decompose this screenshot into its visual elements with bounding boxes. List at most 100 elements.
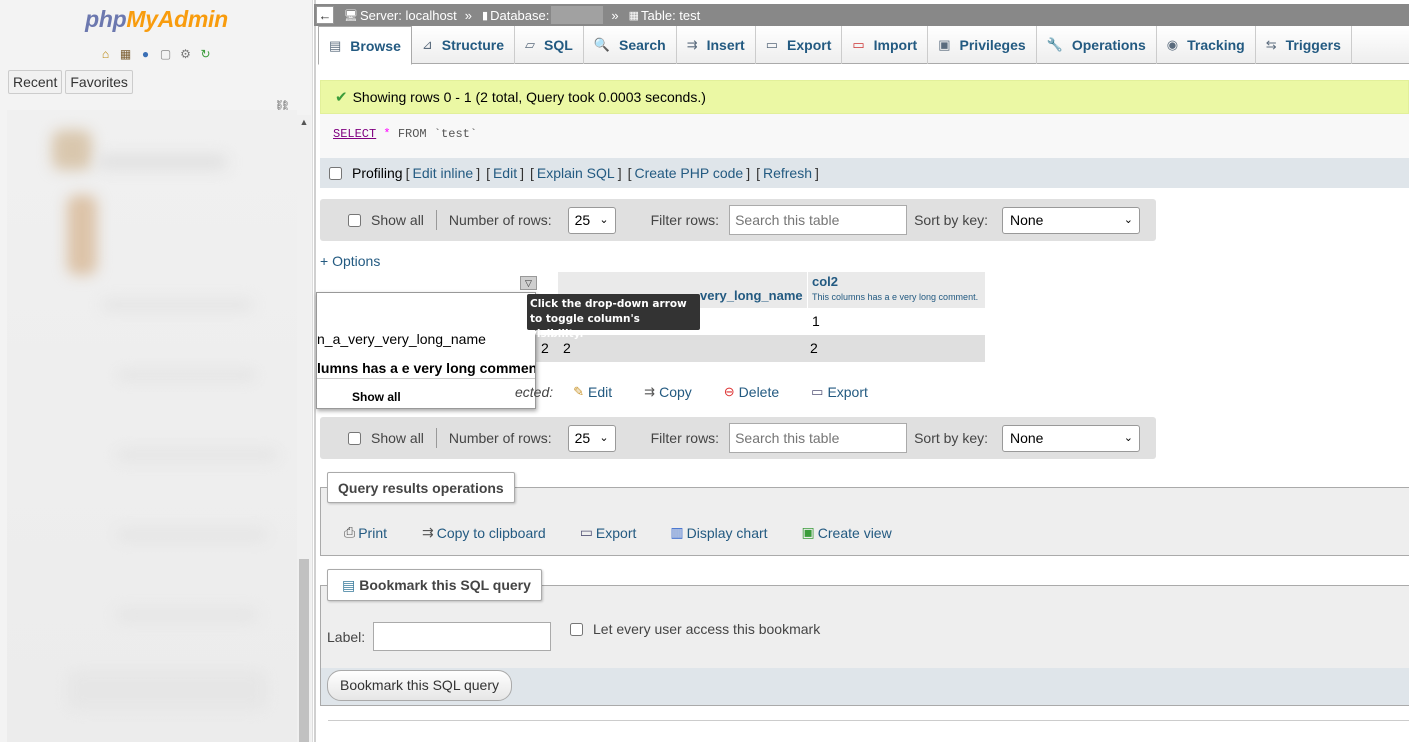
explain-sql-link[interactable]: Explain SQL [537,165,615,181]
sql-keyword-select[interactable]: SELECT [333,127,376,141]
tab-sql[interactable]: ▱ SQL [515,26,584,64]
delete-selected-button[interactable]: ⊖ Delete [724,384,779,400]
edit-selected-button[interactable]: ✎ Edit [573,384,612,400]
bookmark-label-input[interactable] [373,622,551,651]
show-all-checkbox[interactable] [348,431,361,445]
with-selected-label: ected: [515,384,554,400]
breadcrumb-separator: » [611,7,619,23]
show-all-label: Show all [371,430,424,446]
action-label: Delete [738,384,780,400]
tab-privileges[interactable]: ▣ Privileges [928,26,1037,64]
show-all-checkbox[interactable] [348,213,361,227]
sql-table-name: `test` [433,127,478,141]
nav-scrollbar[interactable]: ▲ [297,115,311,742]
column-visibility-arrow-icon[interactable]: ▽ [520,276,537,290]
breadcrumb-database[interactable]: ▮ Database: [482,6,604,24]
bracket: ] [746,165,751,181]
phpmyadmin-logo[interactable]: phpMyAdmin [0,6,313,33]
table-cell[interactable]: 2 [541,340,549,356]
success-message: ✔ Showing rows 0 - 1 (2 total, Query too… [320,80,1409,114]
profiling-checkbox[interactable] [329,166,342,180]
tab-label: Structure [441,37,505,53]
sql-query-display[interactable]: SELECT * FROM `test` [320,114,1409,158]
bookmark-submit-button[interactable]: Bookmark this SQL query [327,670,512,701]
copy-to-clipboard-button[interactable]: ⇉ Copy to clipboard [422,524,546,541]
triggers-icon: ⇆ [1265,37,1277,52]
recent-button[interactable]: Recent [8,70,63,94]
options-link[interactable]: + Options [320,253,380,269]
filter-rows-label: Filter rows: [650,212,720,228]
column-header-col2-label[interactable]: col2 [812,274,838,289]
export-selected-button[interactable]: ▭ Export [811,384,868,400]
tab-triggers[interactable]: ⇆ Triggers [1256,26,1352,64]
print-button[interactable]: ⎙ Print [344,524,387,541]
table-cell[interactable]: 2 [810,340,818,356]
number-of-rows-select[interactable]: 25 ⌄ [567,206,616,234]
tab-tracking[interactable]: ◉ Tracking [1157,26,1256,64]
chart-icon: ▥ [670,524,684,540]
results-navigation-top: Show all Number of rows: 25 ⌄ Filter rows… [320,199,1156,241]
copy-icon: ⇉ [644,384,656,399]
tab-import[interactable]: ▭ Import [842,26,929,64]
tab-browse[interactable]: ▤ Browse [318,26,412,65]
documentation-icon[interactable]: ▢ [157,45,174,62]
table-cell[interactable]: 2 [563,340,571,356]
navigation-panel: phpMyAdmin ⌂ ▦ ● ▢ ⚙ ↻ Recent Favorites … [0,0,313,742]
tab-search[interactable]: 🔍 Search [584,26,677,64]
scroll-up-arrow-icon[interactable]: ▲ [297,115,311,129]
home-icon[interactable]: ⌂ [97,45,114,62]
breadcrumb-table[interactable]: ▦ Table: test [629,8,701,23]
chevron-down-icon: ⌄ [1123,431,1133,444]
scroll-thumb[interactable] [299,559,309,742]
breadcrumb-server[interactable]: 🖥 Server: localhost [344,8,457,23]
refresh-link[interactable]: Refresh [763,165,812,181]
column-comment: This columns has a e very long comment. [812,292,979,302]
sort-value: None [1010,429,1044,446]
copy-selected-button[interactable]: ⇉ Copy [644,384,692,400]
filter-rows-input[interactable]: Search this table [729,423,908,453]
collapse-nav-button[interactable]: ← [316,6,334,24]
structure-icon: ⊿ [421,37,433,52]
column-header-col1-label[interactable]: very_long_name [700,288,803,303]
column-toggle-col1[interactable]: n_a_very_very_long_name [317,331,486,347]
bracket: [ [486,165,490,181]
show-all-label: Show all [371,212,424,228]
operations-icon: 🔧 [1046,37,1063,52]
reload-icon[interactable]: ↻ [197,45,214,62]
sort-value: None [1010,211,1044,228]
bookmark-public-checkbox[interactable] [570,622,583,636]
tab-operations[interactable]: 🔧 Operations [1037,26,1157,64]
breadcrumb-database-label: Database: [490,7,550,23]
filter-rows-label: Filter rows: [650,430,720,446]
database-icon[interactable]: ▦ [117,45,134,62]
tab-structure[interactable]: ⊿ Structure [412,26,516,64]
tab-label: Import [873,37,918,53]
tab-label: SQL [544,37,573,53]
tab-label: Triggers [1285,37,1341,53]
favorites-button[interactable]: Favorites [65,70,133,94]
column-toggle-col2[interactable]: lumns has a e very long comment. [317,360,535,376]
action-label: Copy [659,384,692,400]
filter-rows-input[interactable]: Search this table [729,205,908,235]
settings-icon[interactable]: ⚙ [177,45,194,62]
number-of-rows-select[interactable]: 25 ⌄ [567,424,616,452]
export-icon: ▭ [765,37,779,52]
divider [317,378,535,379]
bookmark-public-label: Let every user access this bookmark [593,621,821,637]
bracket: ] [617,165,622,181]
tab-insert[interactable]: ⇉ Insert [677,26,756,64]
sort-by-key-select[interactable]: None ⌄ [1002,206,1140,234]
tab-export[interactable]: ▭ Export [756,26,843,64]
tooltip-line: Click the drop-down arrow [530,298,687,310]
export-button[interactable]: ▭ Export [580,524,637,541]
create-view-button[interactable]: ▣ Create view [802,524,892,541]
sort-by-key-select[interactable]: None ⌄ [1002,424,1140,452]
sort-by-key-label: Sort by key: [914,212,988,228]
info-icon[interactable]: ● [137,45,154,62]
display-chart-button[interactable]: ▥ Display chart [670,524,767,541]
table-cell[interactable]: 1 [812,313,820,329]
create-php-code-link[interactable]: Create PHP code [634,165,743,181]
edit-link[interactable]: Edit [493,165,517,181]
edit-inline-link[interactable]: Edit inline [412,165,473,181]
bracket: ] [476,165,481,181]
